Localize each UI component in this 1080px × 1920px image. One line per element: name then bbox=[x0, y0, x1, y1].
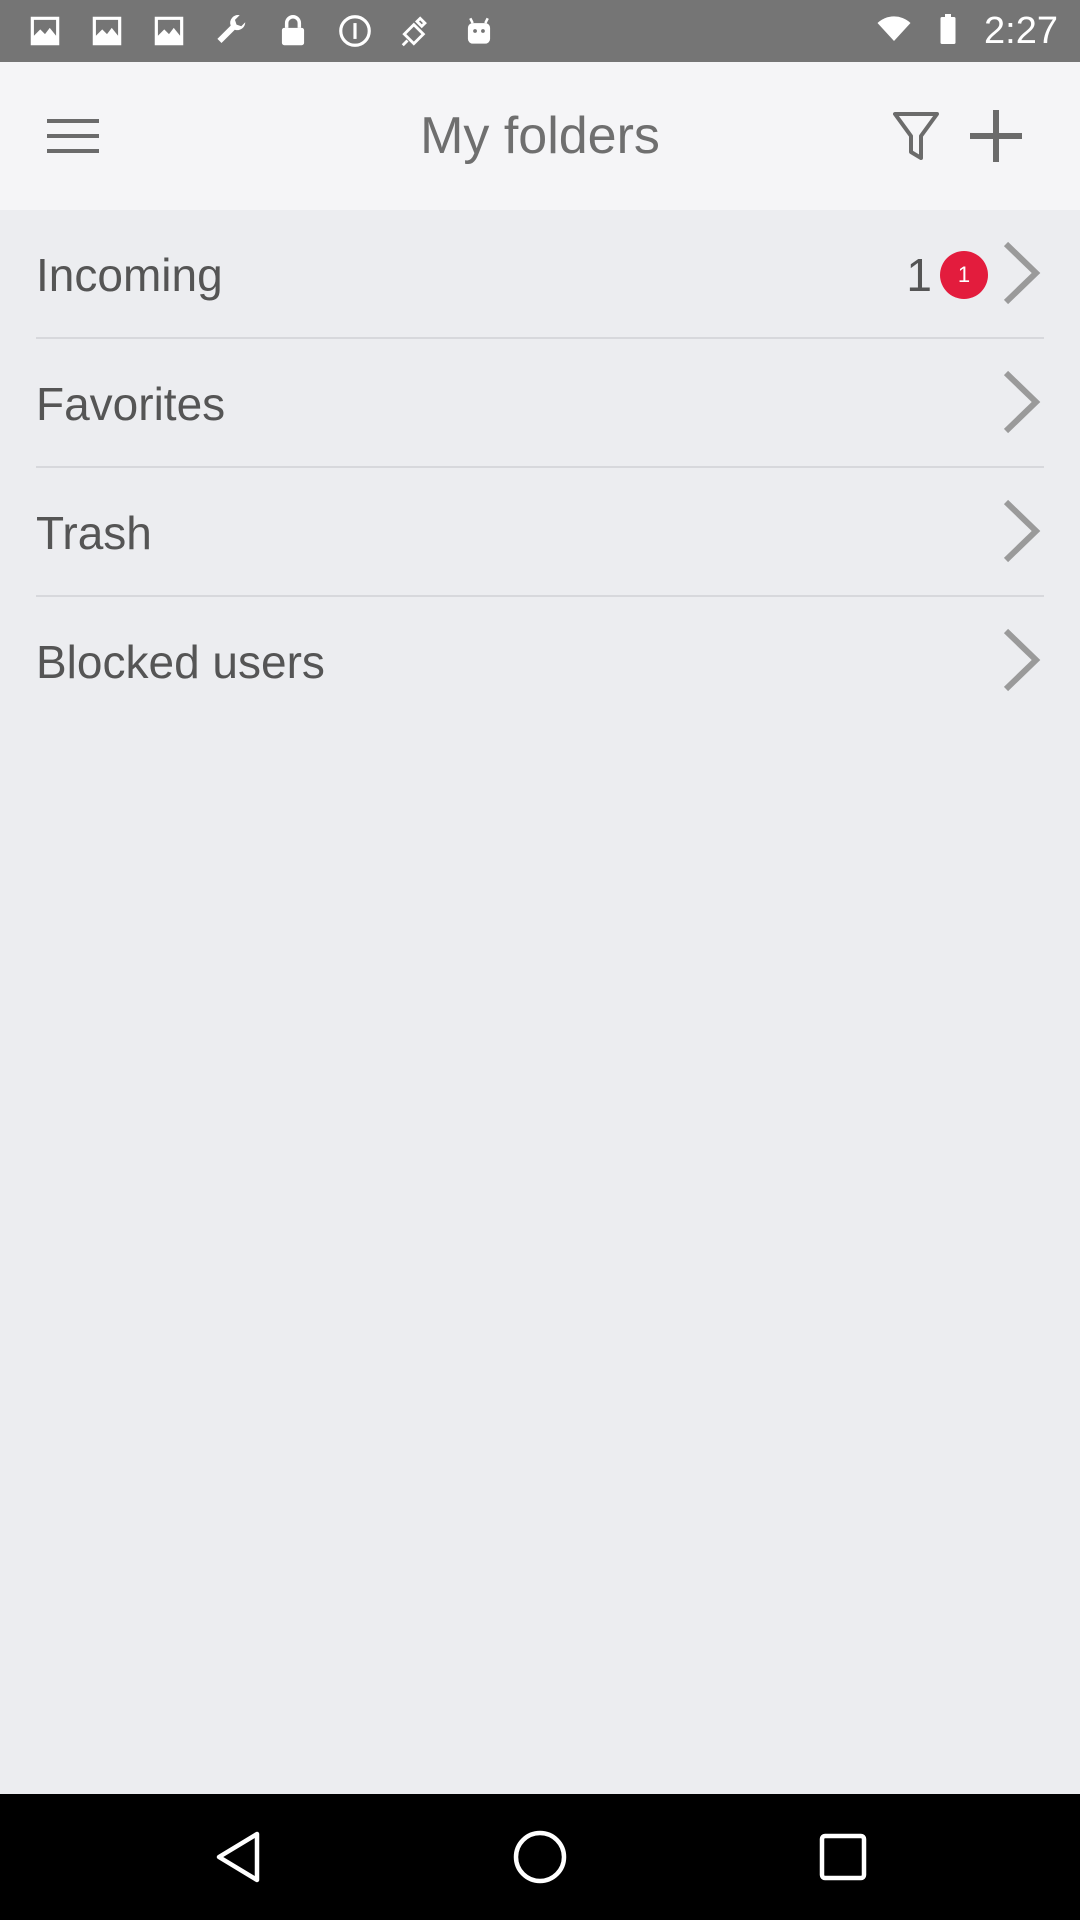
system-status: 2:27 bbox=[876, 8, 1058, 54]
info-circle-icon bbox=[334, 12, 376, 50]
chevron-right-icon bbox=[1003, 628, 1041, 692]
photo-icon bbox=[24, 12, 66, 50]
lock-icon bbox=[272, 12, 314, 50]
home-button[interactable] bbox=[505, 1822, 575, 1892]
back-triangle-icon bbox=[216, 1831, 260, 1883]
folder-count: 1 bbox=[906, 249, 932, 301]
filter-icon bbox=[893, 112, 939, 160]
battery-icon bbox=[930, 11, 966, 52]
folder-item-trash[interactable]: Trash bbox=[36, 468, 1044, 597]
folder-item-blocked-users[interactable]: Blocked users bbox=[36, 597, 1044, 724]
chevron-right-icon bbox=[1003, 241, 1041, 305]
folder-label: Favorites bbox=[36, 378, 226, 430]
add-folder-button[interactable] bbox=[960, 98, 1032, 174]
filter-button[interactable] bbox=[884, 102, 948, 172]
navigation-bar bbox=[0, 1794, 1080, 1920]
folder-list: Incoming 1 1 Favorites Trash Blocked use… bbox=[0, 210, 1080, 724]
recents-square-icon bbox=[819, 1833, 867, 1881]
status-bar: 2:27 bbox=[0, 0, 1080, 62]
notification-icons bbox=[24, 12, 500, 50]
folder-label: Blocked users bbox=[36, 636, 325, 688]
recents-button[interactable] bbox=[808, 1822, 878, 1892]
folder-item-favorites[interactable]: Favorites bbox=[36, 339, 1044, 468]
status-time: 2:27 bbox=[984, 9, 1058, 52]
satellite-icon bbox=[396, 12, 438, 50]
photo-icon bbox=[148, 12, 190, 50]
folder-item-incoming[interactable]: Incoming 1 1 bbox=[36, 210, 1044, 339]
chevron-right-icon bbox=[1003, 499, 1041, 563]
photo-icon bbox=[86, 12, 128, 50]
home-circle-icon bbox=[513, 1830, 567, 1884]
app-bar: My folders bbox=[0, 62, 1080, 210]
back-button[interactable] bbox=[203, 1822, 273, 1892]
folder-label: Trash bbox=[36, 507, 152, 559]
plus-icon bbox=[970, 110, 1022, 162]
wrench-icon bbox=[210, 12, 252, 50]
folder-label: Incoming bbox=[36, 249, 223, 301]
android-icon bbox=[458, 12, 500, 50]
chevron-right-icon bbox=[1003, 370, 1041, 434]
unread-badge: 1 bbox=[940, 251, 988, 299]
wifi-icon bbox=[876, 11, 912, 52]
